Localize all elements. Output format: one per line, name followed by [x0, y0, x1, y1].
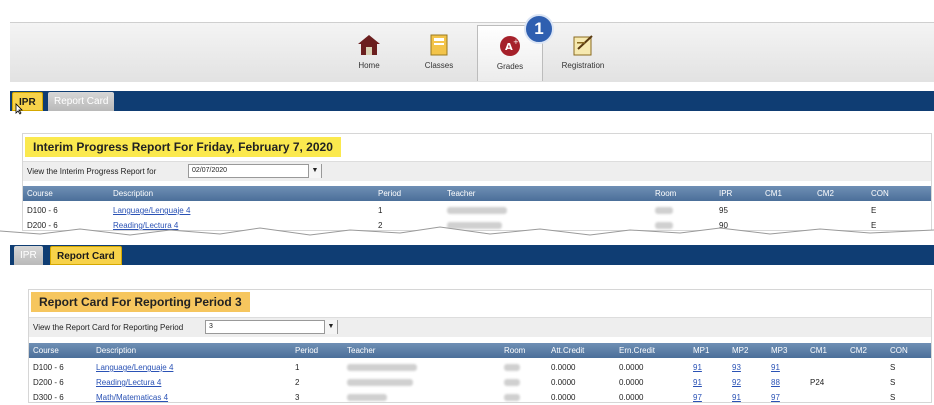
rc-period-select[interactable]: 3 ▼: [205, 320, 338, 334]
row-course: D100 - 6: [33, 363, 64, 372]
tab-ipr-label: IPR: [20, 250, 37, 261]
col-course[interactable]: Course: [33, 343, 59, 358]
tab-bar-top: IPR Report Card: [10, 91, 934, 111]
nav-registration[interactable]: Registration: [550, 27, 616, 79]
row-ern-credit: 0.0000: [619, 378, 644, 387]
svg-text:A: A: [505, 42, 513, 53]
col-period[interactable]: Period: [378, 186, 401, 201]
ipr-panel: Interim Progress Report For Friday, Febr…: [22, 133, 932, 231]
tab-report-card[interactable]: Report Card: [48, 92, 115, 111]
row-description-link[interactable]: Language/Lenguaje 4: [113, 203, 190, 218]
col-mp1[interactable]: MP1: [693, 343, 709, 358]
registration-icon: [573, 35, 593, 56]
nav-registration-label: Registration: [561, 61, 605, 70]
row-description-link[interactable]: Reading/Lectura 4: [96, 375, 161, 390]
ipr-date-select[interactable]: 02/07/2020 ▼: [188, 164, 322, 178]
tab-ipr[interactable]: IPR: [14, 246, 43, 265]
col-con[interactable]: CON: [890, 343, 908, 358]
col-mp2[interactable]: MP2: [732, 343, 748, 358]
row-period: 2: [295, 378, 300, 387]
col-teacher[interactable]: Teacher: [447, 186, 475, 201]
col-description[interactable]: Description: [113, 186, 153, 201]
col-room[interactable]: Room: [655, 186, 676, 201]
col-course[interactable]: Course: [27, 186, 53, 201]
ipr-filter-label: View the Interim Progress Report for: [27, 167, 157, 176]
nav-grades-label: Grades: [496, 62, 524, 71]
row-mp2-link[interactable]: 92: [732, 375, 741, 390]
col-mp3[interactable]: MP3: [771, 343, 787, 358]
row-room-redacted: [504, 375, 520, 390]
row-teacher-redacted: [347, 360, 417, 375]
report-card-panel: Report Card For Reporting Period 3 View …: [28, 289, 932, 403]
rc-filter-label: View the Report Card for Reporting Perio…: [33, 323, 184, 332]
row-con: S: [890, 363, 896, 372]
col-con[interactable]: CON: [871, 186, 889, 201]
row-period: 1: [378, 206, 383, 215]
ipr-table-header: Course Description Period Teacher Room I…: [23, 186, 931, 201]
col-cm2[interactable]: CM2: [817, 186, 834, 201]
row-ern-credit: 0.0000: [619, 363, 644, 372]
row-period: 1: [295, 363, 300, 372]
step-badge: 1: [524, 14, 554, 44]
row-mp1-link[interactable]: 91: [693, 375, 702, 390]
tab-report-card-label: Report Card: [57, 251, 115, 262]
rc-table-header: Course Description Period Teacher Room A…: [29, 343, 931, 358]
col-cm1[interactable]: CM1: [765, 186, 782, 201]
col-description[interactable]: Description: [96, 343, 136, 358]
col-cm1[interactable]: CM1: [810, 343, 827, 358]
svg-text:+: +: [513, 38, 519, 46]
chevron-down-icon[interactable]: ▼: [324, 320, 337, 334]
nav-classes-label: Classes: [424, 61, 454, 70]
nav-classes[interactable]: Classes: [406, 27, 472, 79]
top-toolbar: Home Classes A + Grades Registration: [10, 22, 934, 82]
col-teacher[interactable]: Teacher: [347, 343, 375, 358]
classes-icon: [430, 34, 448, 56]
col-ipr[interactable]: IPR: [719, 186, 732, 201]
home-icon: [358, 35, 380, 55]
torn-edge-divider: [0, 226, 934, 243]
row-mp3-link[interactable]: 91: [771, 360, 780, 375]
table-row: D200 - 6 Reading/Lectura 4 2 0.0000 0.00…: [29, 375, 931, 390]
nav-home-label: Home: [358, 61, 380, 70]
chevron-down-icon[interactable]: ▼: [308, 164, 321, 178]
row-con: S: [890, 378, 896, 387]
ipr-date-value: 02/07/2020: [192, 167, 228, 174]
table-row: D100 - 6 Language/Lenguaje 4 1 0.0000 0.…: [29, 360, 931, 375]
col-ern-credit[interactable]: Ern.Credit: [619, 343, 655, 358]
row-att-credit: 0.0000: [551, 378, 576, 387]
tab-report-card-label: Report Card: [54, 96, 109, 107]
grades-icon: A +: [500, 36, 520, 56]
ipr-filter-bar: View the Interim Progress Report for: [23, 161, 931, 181]
row-teacher-redacted: [347, 375, 413, 390]
row-con: E: [871, 206, 877, 215]
row-teacher-redacted: [447, 203, 507, 218]
nav-home[interactable]: Home: [336, 27, 402, 79]
row-att-credit: 0.0000: [551, 363, 576, 372]
col-period[interactable]: Period: [295, 343, 318, 358]
row-course: D200 - 6: [33, 378, 64, 387]
col-att-credit[interactable]: Att.Credit: [551, 343, 584, 358]
row-room-redacted: [655, 203, 673, 218]
cursor-icon: [15, 103, 23, 115]
ipr-title: Interim Progress Report For Friday, Febr…: [25, 137, 341, 157]
row-description-link[interactable]: Language/Lenguaje 4: [96, 360, 173, 375]
row-ipr: 95: [719, 206, 728, 215]
rc-period-value: 3: [209, 323, 213, 330]
row-room-redacted: [504, 360, 520, 375]
rc-filter-bar: View the Report Card for Reporting Perio…: [29, 317, 931, 337]
col-room[interactable]: Room: [504, 343, 525, 358]
col-cm2[interactable]: CM2: [850, 343, 867, 358]
table-row: D100 - 6 Language/Lenguaje 4 1 95 E: [23, 203, 931, 218]
row-course: D100 - 6: [27, 206, 58, 215]
report-card-title: Report Card For Reporting Period 3: [31, 292, 250, 312]
row-mp2-link[interactable]: 93: [732, 360, 741, 375]
row-cm1: P24: [810, 378, 825, 387]
row-mp3-link[interactable]: 88: [771, 375, 780, 390]
tab-report-card[interactable]: Report Card: [50, 246, 122, 265]
row-mp1-link[interactable]: 91: [693, 360, 702, 375]
tab-bar-bottom: IPR Report Card: [10, 245, 934, 265]
